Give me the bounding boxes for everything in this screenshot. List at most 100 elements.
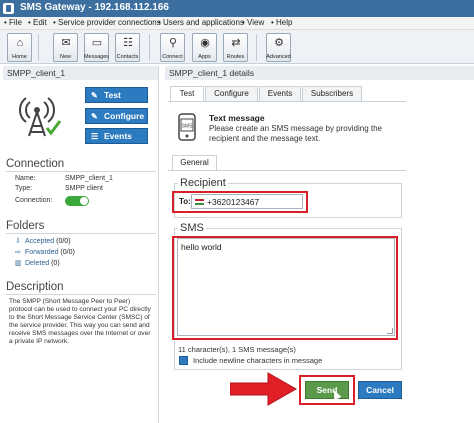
inbox-icon: ⇩ [15,238,21,245]
name-label: Name: [15,175,36,182]
description-text: The SMPP (Short Message Peer to Peer) pr… [9,298,151,345]
tab-subscribers[interactable]: Subscribers [302,86,362,101]
description-heading: Description [6,281,156,295]
folder-deleted-count: (0) [51,260,60,267]
toolbar: ⌂ Home ✉ New ▭ Messages ☷ Contacts ⚲ Con… [0,30,474,64]
red-arrow-icon [230,372,298,406]
toolbar-new-button[interactable]: ✉ New [53,33,78,62]
menu-bar: • File • Edit • Service provider connect… [0,17,474,30]
toolbar-routes-button[interactable]: ⇄ Routes [223,33,248,62]
newline-checkbox[interactable] [179,356,188,365]
folder-forwarded-label: Forwarded [25,249,59,256]
toolbar-apps-label: Apps [198,54,211,60]
intro-text: Please create an SMS message by providin… [209,124,382,143]
name-value: SMPP_client_1 [65,175,113,182]
recipient-value: +3620123467 [207,197,260,207]
sms-counter: 11 character(s), 1 SMS message(s) [178,345,296,354]
svg-text:SMS: SMS [182,124,194,130]
configure-button[interactable]: ✎ Configure [85,108,148,124]
toolbar-separator [38,34,39,61]
newline-checkbox-label: Include newline characters in message [193,356,323,365]
toolbar-routes-label: Routes [226,54,245,60]
events-icon: ☰ [91,132,99,141]
folders-heading: Folders [6,220,156,234]
toolbar-new-label: New [59,54,71,60]
toolbar-connect-button[interactable]: ⚲ Connect [160,33,185,62]
home-icon: ⌂ [16,37,24,49]
send-button[interactable]: Send [305,381,349,399]
antenna-icon: ⚲ [168,37,178,49]
folder-accepted-label: Accepted [25,238,55,245]
menu-service-provider-connections[interactable]: • Service provider connections [53,18,161,27]
routes-icon: ⇄ [231,37,241,49]
folder-icon: ▭ [91,37,103,49]
antenna-tower-icon [19,97,62,137]
tab-configure[interactable]: Configure [205,86,258,101]
title-bar: SMS Gateway - 192.168.112.166 [0,0,474,17]
folder-forwarded[interactable]: ⇨ Forwarded (0/0) [15,248,75,256]
new-message-icon: ✉ [61,37,71,49]
toolbar-connect-label: Connect [162,54,183,60]
toolbar-separator [256,34,257,61]
recipient-legend: Recipient [178,177,228,189]
folder-forwarded-count: (0/0) [60,249,75,256]
menu-help[interactable]: • Help [271,18,292,27]
toolbar-separator [149,34,150,61]
toolbar-home-button[interactable]: ⌂ Home [7,33,32,62]
test-button[interactable]: ✎ Test [85,87,148,103]
sms-legend: SMS [178,222,206,234]
contacts-icon: ☷ [123,37,133,49]
recipient-input[interactable]: +3620123467 [191,194,303,209]
sms-textarea[interactable]: hello world [177,238,395,336]
window-title: SMS Gateway - 192.168.112.166 [20,2,169,13]
toolbar-advanced-button[interactable]: ⚙ Advanced [266,33,291,62]
test-button-label: Test [104,90,121,100]
gear-icon: ⚙ [274,37,284,49]
phone-sms-icon: SMS [178,113,196,141]
forward-icon: ⇨ [15,249,21,256]
tab-events[interactable]: Events [259,86,301,101]
type-value: SMPP client [65,185,103,192]
toggle-knob [80,197,88,205]
events-button-label: Events [104,131,132,141]
to-label: To: [179,197,191,206]
menu-edit[interactable]: • Edit [28,18,47,27]
toolbar-messages-label: Messages [83,54,110,60]
right-panel-header: SMPP_client_1 details [165,66,474,80]
wrench-icon: ✎ [91,91,98,100]
pencil-icon: ✎ [91,112,98,121]
toolbar-messages-button[interactable]: ▭ Messages [84,33,109,62]
menu-view[interactable]: • View [242,18,264,27]
tabs-divider [168,101,406,102]
cancel-button[interactable]: Cancel [358,381,402,399]
connection-label: Connection: [15,197,53,204]
tab-test[interactable]: Test [170,86,204,101]
sms-gateway-logo-icon [3,3,14,14]
type-label: Type: [15,185,33,192]
toolbar-apps-button[interactable]: ◉ Apps [192,33,217,62]
hungary-flag-icon [195,199,204,205]
folder-deleted[interactable]: ▥ Deleted (0) [15,259,60,267]
resize-handle-icon[interactable] [387,328,393,334]
menu-file[interactable]: • File [4,18,22,27]
subtab-general[interactable]: General [172,155,217,170]
left-panel: SMPP_client_1 ✎ Test ✎ Configure ☰ Event… [3,66,159,423]
folder-accepted-count: (0/0) [56,238,71,245]
events-button[interactable]: ☰ Events [85,128,148,144]
toolbar-advanced-label: Advanced [266,54,291,60]
connection-heading: Connection [6,158,156,172]
toolbar-home-label: Home [12,54,27,60]
menu-users-and-applications[interactable]: • Users and applications [158,18,244,27]
sms-text: hello world [181,242,222,252]
connection-toggle[interactable] [65,196,89,206]
folder-accepted[interactable]: ⇩ Accepted (0/0) [15,237,71,245]
left-panel-header: SMPP_client_1 [3,66,158,80]
subtab-divider [168,170,406,171]
toolbar-contacts-label: Contacts [116,54,139,60]
trash-icon: ▥ [15,260,22,267]
apps-icon: ◉ [200,37,210,49]
configure-button-label: Configure [104,111,145,121]
intro-title: Text message [209,113,265,123]
folder-deleted-label: Deleted [25,260,50,267]
toolbar-contacts-button[interactable]: ☷ Contacts [115,33,140,62]
